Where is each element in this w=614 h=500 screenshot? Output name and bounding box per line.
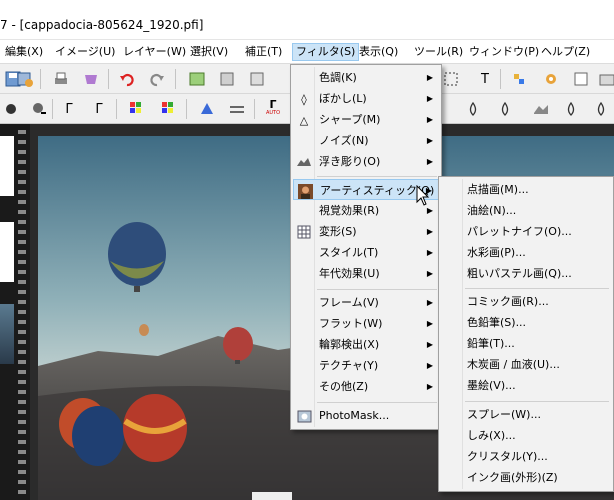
capture-icon[interactable]	[596, 68, 614, 90]
sharpen-icon[interactable]	[196, 98, 218, 120]
submenu-arrow-icon: ▶	[426, 382, 433, 391]
brightness-down-icon[interactable]	[0, 98, 22, 120]
submenu-item-rough-pastel[interactable]: 粗いパステル画(Q)...	[441, 263, 611, 284]
menu-item-texture[interactable]: テクチャ(Y) ▶	[293, 355, 439, 376]
submenu-item-spray[interactable]: スプレー(W)...	[441, 404, 611, 425]
brightness-up-icon[interactable]	[28, 98, 50, 120]
scan-icon[interactable]	[80, 68, 102, 90]
undo-icon[interactable]	[116, 68, 138, 90]
menu-adjust[interactable]: 補正(T)	[242, 43, 285, 61]
submenu-arrow-icon: ▶	[426, 269, 433, 278]
menu-item-noise[interactable]: ノイズ(N) ▶	[293, 130, 439, 151]
drop-filter-4-icon[interactable]	[590, 98, 612, 120]
submenu-item-oil-painting[interactable]: 油絵(N)...	[441, 200, 611, 221]
grid-icon	[296, 224, 312, 240]
submenu-item-colored-pencil[interactable]: 色鉛筆(S)...	[441, 312, 611, 333]
menu-item-flat[interactable]: フラット(W) ▶	[293, 313, 439, 334]
photomask-icon	[296, 408, 312, 424]
gamma-down-icon[interactable]: Γ	[58, 98, 80, 120]
filter-menu: 色調(K) ▶ ◊ ぼかし(L) ▶ △ シャープ(M) ▶ ノイズ(N) ▶ 浮き彫り…	[290, 64, 442, 430]
submenu-arrow-icon: ▶	[426, 73, 433, 82]
plugin-icon[interactable]	[508, 68, 530, 90]
saturation-down-icon[interactable]	[126, 98, 148, 120]
menu-help[interactable]: ヘルプ(Z)	[538, 43, 593, 61]
drop-filter-3-icon[interactable]	[560, 98, 582, 120]
submenu-item-palette-knife[interactable]: パレットナイフ(O)...	[441, 221, 611, 242]
menu-tools[interactable]: ツール(R)	[411, 43, 466, 61]
batch-icon[interactable]	[570, 68, 592, 90]
menu-item-style[interactable]: スタイル(T) ▶	[293, 242, 439, 263]
submenu-item-stain[interactable]: しみ(X)...	[441, 425, 611, 446]
submenu-arrow-icon: ▶	[426, 115, 433, 124]
menu-item-edge-detect[interactable]: 輪郭検出(X) ▶	[293, 334, 439, 355]
thumbnail-filmstrip	[0, 124, 30, 500]
menu-item-sharpen[interactable]: △ シャープ(M) ▶	[293, 109, 439, 130]
menu-view[interactable]: 表示(Q)	[356, 43, 401, 61]
submenu-item-pencil[interactable]: 鉛筆(T)...	[441, 333, 611, 354]
save-as-icon[interactable]	[14, 68, 36, 90]
submenu-arrow-icon: ▶	[426, 248, 433, 257]
submenu-item-ink-wash[interactable]: 墨絵(V)...	[441, 375, 611, 396]
resize-icon[interactable]	[246, 68, 268, 90]
window-title: 7 - [cappadocia-805624_1920.pfi]	[0, 18, 204, 32]
menu-image[interactable]: イメージ(U)	[52, 43, 118, 61]
saturation-up-icon[interactable]	[158, 98, 180, 120]
menu-item-emboss[interactable]: 浮き彫り(O) ▶	[293, 151, 439, 172]
filmstrip-perforations	[18, 124, 26, 500]
thumbnail-photo[interactable]	[0, 304, 14, 364]
menu-edit[interactable]: 編集(X)	[2, 43, 46, 61]
thumbnail-blank[interactable]	[0, 222, 14, 282]
selection-icon[interactable]	[440, 68, 462, 90]
artistic-submenu: 点描画(M)... 油絵(N)... パレットナイフ(O)... 水彩画(P).…	[438, 176, 614, 492]
menu-filter[interactable]: フィルタ(S)	[292, 43, 360, 61]
thumbnail-transparent[interactable]	[0, 136, 14, 196]
mouse-cursor-icon	[416, 185, 430, 206]
crop-icon[interactable]	[216, 68, 238, 90]
submenu-item-watercolor[interactable]: 水彩画(P)...	[441, 242, 611, 263]
submenu-arrow-icon: ▶	[426, 157, 433, 166]
emboss-icon	[296, 154, 312, 170]
gamma-up-icon[interactable]: Γ	[88, 98, 110, 120]
submenu-arrow-icon: ▶	[426, 94, 433, 103]
menu-item-photomask[interactable]: PhotoMask...	[293, 405, 439, 426]
auto-gamma-button[interactable]: Γ AUTO	[262, 98, 284, 120]
submenu-arrow-icon: ▶	[426, 361, 433, 370]
menu-select[interactable]: 選択(V)	[187, 43, 231, 61]
submenu-arrow-icon: ▶	[426, 227, 433, 236]
submenu-arrow-icon: ▶	[426, 298, 433, 307]
submenu-item-crystal[interactable]: クリスタル(Y)...	[441, 446, 611, 467]
submenu-item-ink-outline[interactable]: インク画(外形)(Z)	[441, 467, 611, 488]
image-icon[interactable]	[186, 68, 208, 90]
auto-gamma-symbol: Γ	[269, 98, 277, 111]
portrait-icon	[297, 183, 313, 199]
menu-item-other[interactable]: その他(Z) ▶	[293, 376, 439, 397]
drop-filter-icon[interactable]	[462, 98, 484, 120]
menu-item-blur[interactable]: ◊ ぼかし(L) ▶	[293, 88, 439, 109]
submenu-arrow-icon: ▶	[426, 136, 433, 145]
triangle-icon: △	[299, 113, 309, 127]
submenu-arrow-icon: ▶	[426, 340, 433, 349]
menu-item-age-effects[interactable]: 年代効果(U) ▶	[293, 263, 439, 284]
menu-bar: 編集(X) イメージ(U) レイヤー(W) 選択(V) 補正(T) フィルタ(S…	[0, 40, 614, 64]
auto-label: AUTO	[265, 110, 281, 116]
menu-item-frame[interactable]: フレーム(V) ▶	[293, 292, 439, 313]
print-icon[interactable]	[50, 68, 72, 90]
submenu-arrow-icon: ▶	[426, 319, 433, 328]
text-icon[interactable]: T	[474, 68, 496, 90]
redo-icon[interactable]	[146, 68, 168, 90]
menu-item-color-tone[interactable]: 色調(K) ▶	[293, 67, 439, 88]
submenu-item-comic[interactable]: コミック画(R)...	[441, 291, 611, 312]
menu-window[interactable]: ウィンドウ(P)	[466, 43, 542, 61]
levels-icon[interactable]	[226, 98, 248, 120]
drop-icon: ◊	[301, 92, 307, 106]
menu-item-transform[interactable]: 変形(S) ▶	[293, 221, 439, 242]
drop-filter-2-icon[interactable]	[494, 98, 516, 120]
submenu-item-pointillism[interactable]: 点描画(M)...	[441, 179, 611, 200]
title-bar: 7 - [cappadocia-805624_1920.pfi]	[0, 0, 614, 40]
emboss-filter-icon[interactable]	[530, 98, 552, 120]
settings-gear-icon[interactable]	[540, 68, 562, 90]
menu-layer[interactable]: レイヤー(W)	[120, 43, 189, 61]
submenu-item-charcoal[interactable]: 木炭画 / 血液(U)...	[441, 354, 611, 375]
